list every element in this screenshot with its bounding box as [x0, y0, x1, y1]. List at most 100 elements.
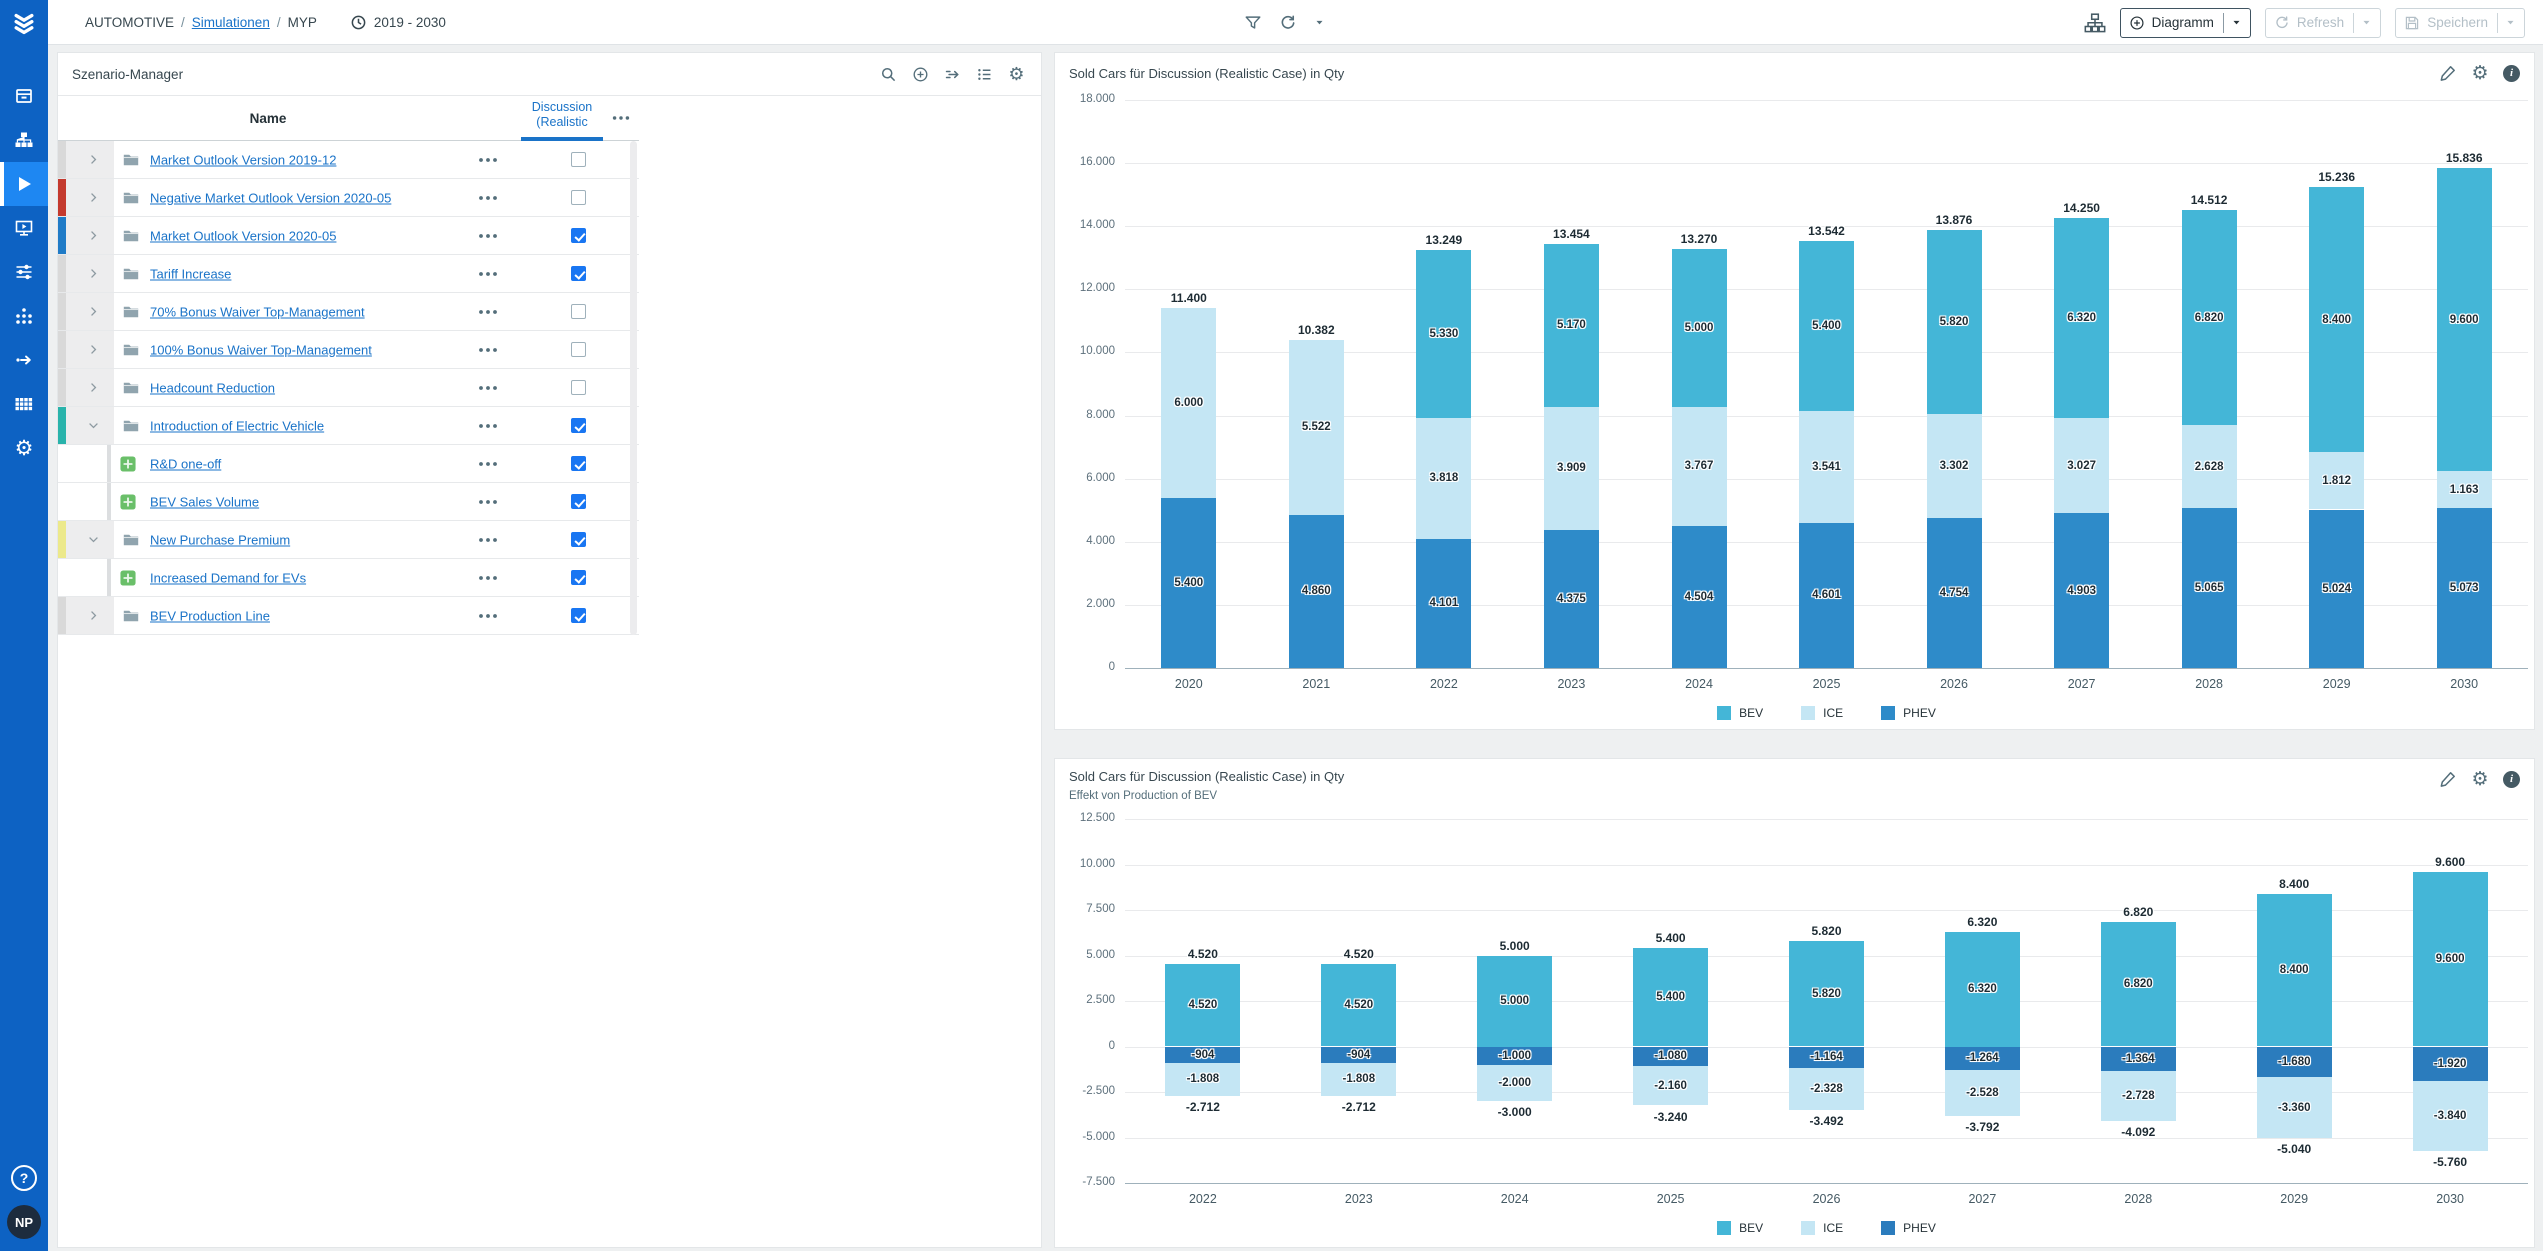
- discussion-checkbox[interactable]: [571, 228, 586, 243]
- chevron-right-icon[interactable]: [58, 141, 114, 178]
- row-actions-icon[interactable]: [476, 456, 500, 472]
- discussion-checkbox[interactable]: [571, 190, 586, 205]
- scenario-link[interactable]: Market Outlook Version 2019-12: [150, 152, 336, 167]
- x-axis-label: 2026: [1787, 1192, 1867, 1206]
- chevron-down-icon[interactable]: [2231, 17, 2242, 28]
- legend-item[interactable]: BEV: [1717, 1221, 1763, 1235]
- scenario-link[interactable]: Tariff Increase: [150, 266, 231, 281]
- scenario-link[interactable]: R&D one-off: [150, 456, 221, 471]
- chevron-down-icon[interactable]: [1314, 17, 1325, 28]
- gear-icon[interactable]: ⚙: [1008, 66, 1025, 83]
- scenario-link[interactable]: Negative Market Outlook Version 2020-05: [150, 190, 391, 205]
- add-scenario-icon[interactable]: [912, 66, 929, 83]
- discussion-checkbox[interactable]: [571, 152, 586, 167]
- scenario-link[interactable]: 70% Bonus Waiver Top-Management: [150, 304, 365, 319]
- export-arrow-icon[interactable]: [944, 66, 961, 83]
- bar-segment-bev: 5.000: [1477, 956, 1552, 1047]
- diagram-button[interactable]: Diagramm: [2120, 8, 2251, 38]
- discussion-checkbox[interactable]: [571, 418, 586, 433]
- chevron-down-icon: [2505, 17, 2516, 28]
- sidebar-item-model[interactable]: [0, 118, 48, 162]
- bar-segment-phev: -1.680: [2257, 1047, 2332, 1078]
- user-avatar[interactable]: NP: [7, 1205, 41, 1239]
- save-button[interactable]: Speichern: [2395, 8, 2525, 38]
- chevron-right-icon[interactable]: [58, 293, 114, 330]
- row-actions-icon[interactable]: [476, 152, 500, 168]
- column-menu-icon[interactable]: [610, 110, 632, 126]
- chevron-down-icon[interactable]: [58, 521, 114, 558]
- row-actions-icon[interactable]: [476, 380, 500, 396]
- bar-bottom-label: -2.712: [1309, 1100, 1409, 1114]
- refresh-icon[interactable]: [1279, 14, 1297, 32]
- discussion-checkbox[interactable]: [571, 380, 586, 395]
- chevron-right-icon[interactable]: [58, 597, 114, 634]
- chevron-right-icon[interactable]: [58, 369, 114, 406]
- scenario-link[interactable]: Increased Demand for EVs: [150, 570, 306, 585]
- legend-item[interactable]: PHEV: [1881, 706, 1936, 720]
- refresh-button[interactable]: Refresh: [2265, 8, 2381, 38]
- legend-item[interactable]: PHEV: [1881, 1221, 1936, 1235]
- bar-total-label: 5.400: [1621, 931, 1721, 945]
- row-actions-icon[interactable]: [476, 342, 500, 358]
- discussion-checkbox[interactable]: [571, 570, 586, 585]
- chevron-right-icon[interactable]: [58, 179, 114, 216]
- legend-item[interactable]: ICE: [1801, 706, 1843, 720]
- sidebar-item-presentation[interactable]: [0, 206, 48, 250]
- gear-icon[interactable]: ⚙: [2471, 64, 2489, 82]
- column-header-name[interactable]: Name: [58, 96, 478, 141]
- chevron-right-icon[interactable]: [58, 217, 114, 254]
- scenario-link[interactable]: Market Outlook Version 2020-05: [150, 228, 336, 243]
- filter-icon[interactable]: [1244, 14, 1262, 32]
- breadcrumb-current: MYP: [288, 15, 317, 30]
- discussion-checkbox[interactable]: [571, 608, 586, 623]
- app-logo-icon[interactable]: [0, 0, 48, 48]
- sidebar-item-archive[interactable]: [0, 74, 48, 118]
- scenario-link[interactable]: BEV Sales Volume: [150, 494, 259, 509]
- sidebar-item-levers[interactable]: [0, 250, 48, 294]
- row-actions-icon[interactable]: [476, 304, 500, 320]
- discussion-checkbox[interactable]: [571, 494, 586, 509]
- sidebar-item-data[interactable]: [0, 382, 48, 426]
- discussion-checkbox[interactable]: [571, 532, 586, 547]
- discussion-checkbox[interactable]: [571, 304, 586, 319]
- sidebar-item-flows[interactable]: [0, 338, 48, 382]
- scenario-link[interactable]: BEV Production Line: [150, 608, 270, 623]
- discussion-checkbox[interactable]: [571, 342, 586, 357]
- table-scrollbar[interactable]: [630, 141, 637, 635]
- gear-icon[interactable]: ⚙: [2471, 770, 2489, 788]
- search-icon[interactable]: [880, 66, 897, 83]
- edit-icon[interactable]: [2439, 64, 2457, 82]
- info-icon[interactable]: i: [2503, 771, 2520, 788]
- row-actions-icon[interactable]: [476, 266, 500, 282]
- legend-item[interactable]: BEV: [1717, 706, 1763, 720]
- sidebar-item-settings[interactable]: ⚙: [0, 426, 48, 470]
- sidebar-item-network[interactable]: [0, 294, 48, 338]
- scenario-link[interactable]: Introduction of Electric Vehicle: [150, 418, 324, 433]
- list-columns-icon[interactable]: [976, 66, 993, 83]
- plus-circle-icon: [2129, 15, 2145, 31]
- discussion-checkbox[interactable]: [571, 266, 586, 281]
- chevron-down-icon[interactable]: [58, 407, 114, 444]
- row-actions-icon[interactable]: [476, 570, 500, 586]
- discussion-checkbox[interactable]: [571, 456, 586, 471]
- column-header-discussion[interactable]: Discussion (Realistic: [521, 100, 603, 130]
- org-chart-button[interactable]: [2084, 12, 2106, 34]
- row-actions-icon[interactable]: [476, 228, 500, 244]
- breadcrumb-root[interactable]: AUTOMOTIVE: [85, 15, 174, 30]
- scenario-link[interactable]: 100% Bonus Waiver Top-Management: [150, 342, 372, 357]
- row-actions-icon[interactable]: [476, 494, 500, 510]
- help-button[interactable]: ?: [11, 1165, 37, 1191]
- legend-item[interactable]: ICE: [1801, 1221, 1843, 1235]
- chevron-right-icon[interactable]: [58, 331, 114, 368]
- chevron-right-icon[interactable]: [58, 255, 114, 292]
- row-actions-icon[interactable]: [476, 418, 500, 434]
- scenario-link[interactable]: New Purchase Premium: [150, 532, 290, 547]
- row-actions-icon[interactable]: [476, 608, 500, 624]
- breadcrumb-link-simulationen[interactable]: Simulationen: [192, 15, 270, 30]
- row-actions-icon[interactable]: [476, 190, 500, 206]
- info-icon[interactable]: i: [2503, 65, 2520, 82]
- row-actions-icon[interactable]: [476, 532, 500, 548]
- sidebar-item-simulation[interactable]: [0, 162, 48, 206]
- scenario-link[interactable]: Headcount Reduction: [150, 380, 275, 395]
- edit-icon[interactable]: [2439, 770, 2457, 788]
